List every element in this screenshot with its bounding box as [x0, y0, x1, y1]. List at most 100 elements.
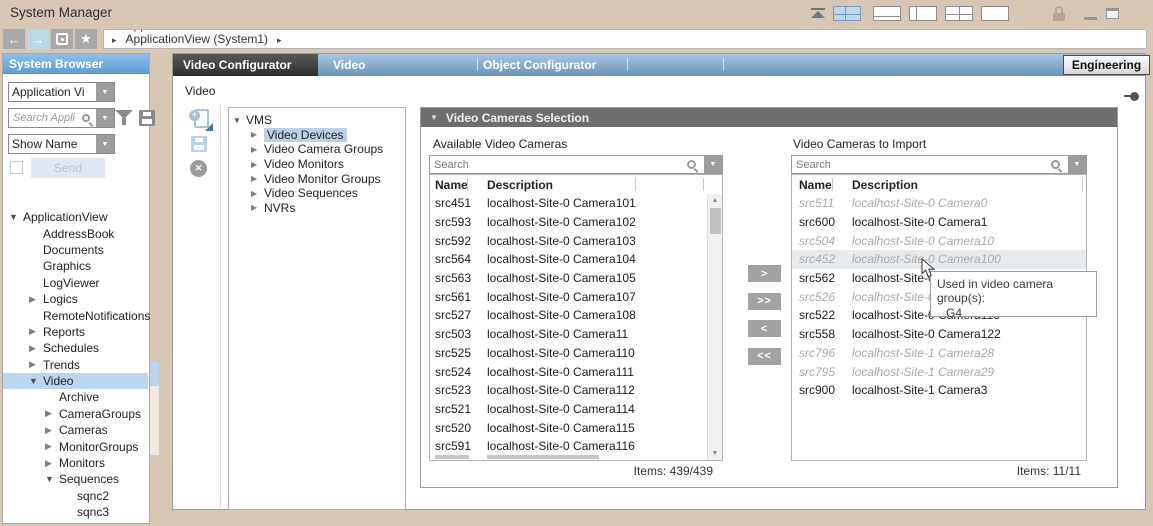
tree-item[interactable]: ▶ Trends	[3, 357, 148, 373]
history-button[interactable]	[51, 29, 73, 49]
import-search[interactable]	[791, 155, 1087, 174]
tree-item[interactable]: ▶ Video Monitors	[229, 157, 405, 172]
tree-expander-icon[interactable]: ▼	[9, 212, 23, 222]
table-row[interactable]: src451 localhost-Site-0 Camera101	[430, 194, 706, 213]
send-button[interactable]: Send	[31, 158, 105, 178]
tree-expander-icon[interactable]: ▶	[45, 458, 59, 469]
collapse-top-icon[interactable]	[810, 8, 826, 20]
table-row[interactable]: src524 localhost-Site-0 Camera111	[430, 362, 706, 381]
save-icon[interactable]	[191, 136, 207, 152]
tab-video-configurator[interactable]: Video Configurator	[173, 54, 318, 76]
tree-expander-icon[interactable]: ▶	[29, 359, 43, 370]
scroll-up-icon[interactable]: ▲	[708, 197, 722, 204]
view-dropdown[interactable]: Application Vi	[8, 82, 115, 102]
tree-expander-icon[interactable]: ▶	[251, 189, 264, 198]
tree-item[interactable]: sqnc3	[3, 504, 148, 520]
tree-item[interactable]: ▶ Schedules	[3, 340, 148, 356]
tree-expander-icon[interactable]: ▶	[29, 294, 43, 305]
tree-expander-icon[interactable]: ▶	[29, 326, 43, 337]
table-row[interactable]: src796 localhost-Site-1 Camera28	[792, 344, 1086, 363]
table-row[interactable]: src795 localhost-Site-1 Camera29	[792, 362, 1086, 381]
breadcrumb[interactable]: Application ViewApplicationView (System1…	[103, 29, 1147, 49]
scrollbar[interactable]: ▲ ▼	[707, 194, 722, 460]
tab-video[interactable]: Video	[333, 54, 365, 76]
chevron-down-icon[interactable]	[96, 135, 114, 153]
tree-item[interactable]: ▶ Video Sequences	[229, 186, 405, 201]
chevron-down-icon[interactable]	[704, 156, 722, 173]
layout-left-panel-icon[interactable]	[909, 6, 937, 21]
tree-expander-icon[interactable]: ▶	[45, 408, 59, 419]
pin-icon[interactable]	[1124, 92, 1140, 101]
tree-item[interactable]: ▼ Sequences	[3, 471, 148, 487]
tree-item[interactable]: ▼ VMS	[229, 113, 405, 128]
layout-bottom-panel-icon[interactable]	[873, 6, 901, 21]
tree-item[interactable]: ▶ Logics	[3, 291, 148, 307]
tree-item[interactable]: Documents	[3, 242, 148, 258]
tree-item[interactable]: AddressBook	[3, 225, 148, 241]
table-row[interactable]: src558 localhost-Site-0 Camera122	[792, 325, 1086, 344]
tree-expander-icon[interactable]: ▶	[251, 145, 264, 154]
tree-item[interactable]: sqnc2	[3, 488, 148, 504]
panel-header[interactable]: ▼ Video Cameras Selection	[421, 108, 1117, 127]
tree-expander-icon[interactable]: ▶	[45, 425, 59, 436]
tree-item[interactable]: ▶ NVRs	[229, 201, 405, 216]
available-search-input[interactable]	[430, 159, 687, 171]
tree-expander-icon[interactable]: ▼	[29, 376, 43, 386]
tree-item[interactable]: Graphics	[3, 258, 148, 274]
save-icon[interactable]	[139, 110, 155, 126]
table-row[interactable]: src564 localhost-Site-0 Camera104	[430, 250, 706, 269]
layout-quad-icon[interactable]	[945, 6, 973, 21]
tree-expander-icon[interactable]: ▶	[251, 203, 264, 212]
breadcrumb-item[interactable]: Video	[126, 46, 291, 49]
tree-expander-icon[interactable]: ▼	[233, 116, 246, 125]
favorite-button[interactable]: ★	[75, 29, 97, 49]
tree-item[interactable]: LogViewer	[3, 275, 148, 291]
available-search[interactable]	[429, 155, 723, 174]
tree-item[interactable]: ▼ ApplicationView	[3, 209, 148, 225]
table-row[interactable]: src593 localhost-Site-0 Camera102	[430, 213, 706, 232]
sidebar-scrollbar-track[interactable]	[150, 385, 159, 455]
tree-item[interactable]: ▼ Video	[3, 373, 148, 389]
tree-item[interactable]: ▶ Video Camera Groups	[229, 142, 405, 157]
filter-icon[interactable]	[115, 110, 133, 127]
maximize-icon[interactable]	[1106, 8, 1119, 19]
breadcrumb-item[interactable]: ApplicationView (System1)	[126, 32, 291, 46]
table-row[interactable]: src591 localhost-Site-0 Camera116	[430, 437, 706, 456]
scrollbar-thumb[interactable]	[710, 208, 721, 234]
table-row[interactable]: src503 localhost-Site-0 Camera11	[430, 325, 706, 344]
table-row[interactable]: src521 localhost-Site-0 Camera114	[430, 400, 706, 419]
dropdown-corner-icon[interactable]	[205, 123, 213, 131]
chevron-down-icon[interactable]	[1068, 156, 1086, 173]
table-row[interactable]: src900 localhost-Site-1 Camera3	[792, 381, 1086, 400]
transfer-button[interactable]: >	[748, 265, 781, 282]
tree-expander-icon[interactable]: ▶	[29, 343, 43, 354]
tree-item[interactable]: ▶ MonitorGroups	[3, 438, 148, 454]
add-item-icon[interactable]: +	[189, 109, 213, 131]
sidebar-scrollbar-thumb[interactable]	[150, 362, 159, 386]
back-button[interactable]: ←	[3, 29, 25, 49]
tree-item[interactable]: ▶ Video Monitor Groups	[229, 171, 405, 186]
collapse-arrow-icon[interactable]: ▼	[430, 113, 438, 122]
tree-expander-icon[interactable]: ▶	[251, 160, 264, 169]
layout-grid-icon[interactable]	[833, 6, 861, 21]
delete-icon[interactable]: ✕	[190, 160, 207, 177]
tree-item[interactable]: ▶ Cameras	[3, 422, 148, 438]
table-row[interactable]: src527 localhost-Site-0 Camera108	[430, 306, 706, 325]
table-row[interactable]: src563 localhost-Site-0 Camera105	[430, 269, 706, 288]
table-row[interactable]: src452 localhost-Site-0 Camera100	[792, 250, 1086, 269]
tab-object-configurator[interactable]: Object Configurator	[483, 54, 596, 76]
chevron-down-icon[interactable]	[96, 109, 114, 127]
transfer-button[interactable]: >>	[748, 293, 781, 310]
tree-item[interactable]: ▶ CameraGroups	[3, 406, 148, 422]
table-row[interactable]: src525 localhost-Site-0 Camera110	[430, 344, 706, 363]
table-row[interactable]: src504 localhost-Site-0 Camera10	[792, 231, 1086, 250]
engineering-button[interactable]: Engineering	[1063, 55, 1150, 75]
tree-expander-icon[interactable]: ▶	[251, 130, 264, 139]
tree-expander-icon[interactable]: ▶	[45, 441, 59, 452]
sidebar-search-input[interactable]	[9, 112, 82, 124]
transfer-button[interactable]: <	[748, 320, 781, 337]
chevron-down-icon[interactable]	[96, 83, 114, 101]
table-row[interactable]: src600 localhost-Site-0 Camera1	[792, 213, 1086, 232]
forward-button[interactable]: →	[27, 29, 49, 49]
transfer-button[interactable]: <<	[748, 348, 781, 365]
